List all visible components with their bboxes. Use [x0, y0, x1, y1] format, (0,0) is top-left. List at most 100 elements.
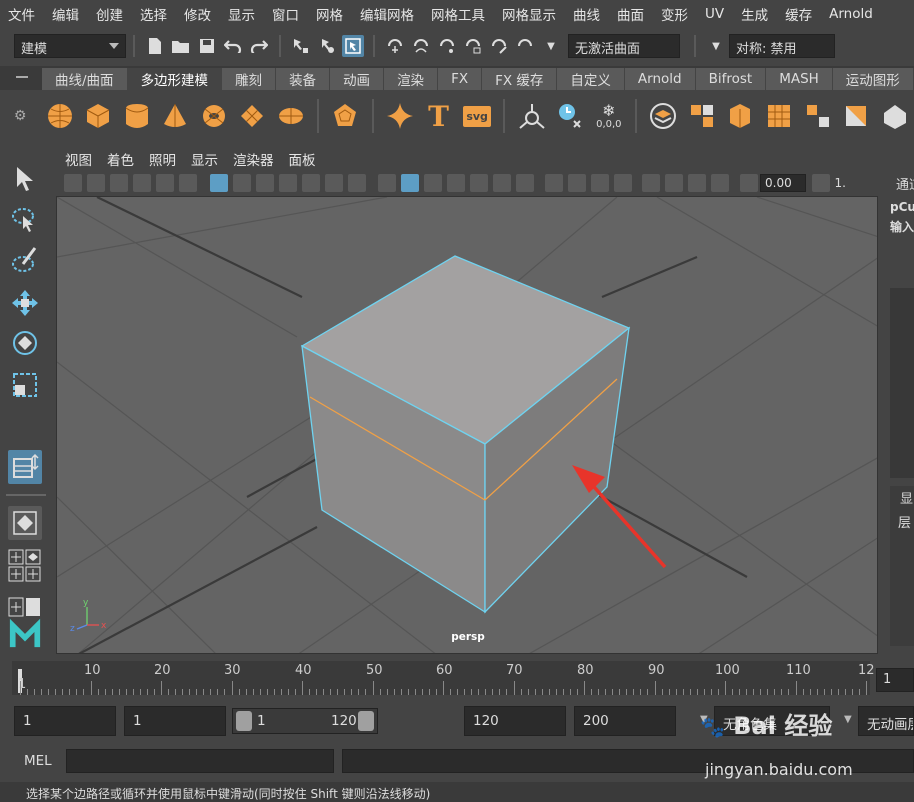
type-tool-icon[interactable]: T [422, 99, 455, 133]
menu-mesh-display[interactable]: 网格显示 [502, 4, 565, 24]
command-input[interactable] [66, 749, 334, 773]
field-chart-icon[interactable] [301, 174, 320, 192]
freeze-transform-icon[interactable]: ❄ 0,0,0 [593, 99, 626, 133]
layer-display-tab[interactable]: 显 [900, 488, 913, 507]
menu-select[interactable]: 选择 [140, 4, 176, 24]
panel-menu-renderer[interactable]: 渲染器 [233, 149, 274, 169]
shelf-tab-rendering[interactable]: 渲染 [384, 68, 439, 90]
camera-based-selection-icon[interactable] [515, 99, 548, 133]
safe-title-icon[interactable] [347, 174, 366, 192]
default-lighting-icon[interactable] [424, 174, 442, 192]
extract-icon[interactable] [724, 99, 757, 133]
new-scene-icon[interactable] [144, 35, 166, 57]
select-hierarchy-icon[interactable] [290, 35, 312, 57]
menu-set-dropdown[interactable]: 建模 [14, 34, 126, 58]
image-plane-icon[interactable] [133, 174, 151, 192]
last-tool-icon[interactable] [8, 450, 42, 484]
combine-icon[interactable] [647, 99, 680, 133]
poly-cube-icon[interactable] [82, 99, 115, 133]
playback-end-field[interactable]: 120 [464, 706, 566, 736]
menu-modify[interactable]: 修改 [184, 4, 220, 24]
super-shape-icon[interactable] [384, 99, 417, 133]
animation-end-field[interactable]: 200 [574, 706, 676, 736]
perspective-viewport[interactable]: y x z persp [56, 196, 878, 654]
menu-edit-mesh[interactable]: 编辑网格 [360, 4, 423, 24]
poly-plane-icon[interactable] [236, 99, 269, 133]
shelf-tab-arnold[interactable]: Arnold [624, 68, 696, 90]
history-delete-icon[interactable] [554, 99, 587, 133]
shelf-tab-curves[interactable]: 曲线/曲面 [42, 68, 128, 90]
shelf-tab-bifrost[interactable]: Bifrost [695, 68, 767, 90]
shelf-tab-mash[interactable]: MASH [766, 68, 833, 90]
poly-sphere-icon[interactable] [43, 99, 76, 133]
move-tool-icon[interactable] [8, 286, 42, 320]
time-slider[interactable]: 1 10 20 30 40 50 60 70 80 90 100 110 12 [12, 661, 875, 695]
menu-file[interactable]: 文件 [8, 4, 44, 24]
undo-icon[interactable] [222, 35, 244, 57]
shelf-tab-rigging[interactable]: 装备 [276, 68, 331, 90]
separate-icon[interactable] [686, 99, 719, 133]
redo-icon[interactable] [248, 35, 270, 57]
select-tool-icon[interactable] [8, 162, 42, 196]
snap-view-plane-icon[interactable] [462, 35, 484, 57]
smooth-icon[interactable] [763, 99, 796, 133]
select-object-icon[interactable] [316, 35, 338, 57]
menu-mesh-tools[interactable]: 网格工具 [431, 4, 494, 24]
anti-aliasing-icon[interactable] [590, 174, 609, 192]
motion-blur-icon[interactable] [567, 174, 586, 192]
poly-cone-icon[interactable] [159, 99, 192, 133]
exposure-field[interactable]: 0.00 [760, 174, 806, 192]
snap-grid-icon[interactable] [384, 35, 406, 57]
wireframe-on-shaded-icon[interactable] [447, 174, 465, 192]
menu-cache[interactable]: 缓存 [785, 4, 821, 24]
menu-windows[interactable]: 窗口 [272, 4, 308, 24]
range-start-handle[interactable] [236, 711, 252, 731]
menu-edit[interactable]: 编辑 [52, 4, 88, 24]
poly-cube[interactable] [300, 255, 631, 614]
shelf-tab-fx-cache[interactable]: FX 缓存 [482, 68, 558, 90]
chevron-down-icon[interactable]: ▼ [844, 714, 852, 725]
panel-menu-view[interactable]: 视图 [65, 149, 92, 169]
resolution-gate-icon[interactable] [255, 174, 274, 192]
snap-live-icon[interactable] [488, 35, 510, 57]
bevel-icon[interactable] [878, 99, 911, 133]
menu-display[interactable]: 显示 [228, 4, 264, 24]
current-frame-field[interactable]: 1 [876, 668, 914, 692]
reduce-icon[interactable] [801, 99, 834, 133]
menu-mesh[interactable]: 网格 [316, 4, 352, 24]
panel-menu-lighting[interactable]: 照明 [149, 149, 176, 169]
shelf-tab-fx[interactable]: FX [438, 68, 483, 90]
open-scene-icon[interactable] [170, 35, 192, 57]
camera-attributes-icon[interactable] [87, 174, 105, 192]
gamma-value[interactable]: 1. [835, 176, 846, 190]
menu-generate[interactable]: 生成 [741, 4, 777, 24]
live-surface-field[interactable]: 无激活曲面 [568, 34, 680, 58]
animation-start-field[interactable]: 1 [14, 706, 116, 736]
platonic-solid-icon[interactable] [329, 99, 362, 133]
depth-of-field-icon[interactable] [613, 174, 632, 192]
menu-surfaces[interactable]: 曲面 [617, 4, 653, 24]
panel-menu-panels[interactable]: 面板 [289, 149, 316, 169]
gamma-icon[interactable] [812, 174, 830, 192]
2d-pan-zoom-icon[interactable] [156, 174, 174, 192]
chevron-down-icon[interactable]: ▼ [540, 35, 562, 57]
xray-icon[interactable] [665, 174, 683, 192]
bookmark-icon[interactable] [110, 174, 128, 192]
textured-icon[interactable] [470, 174, 488, 192]
channel-inputs-label[interactable]: 输入 [890, 218, 914, 235]
shelf-tab-motion-graphics[interactable]: 运动图形 [832, 68, 914, 90]
chevron-down-icon[interactable]: ▼ [705, 35, 727, 57]
use-all-lights-icon[interactable] [493, 174, 511, 192]
isolate-select-icon[interactable] [642, 174, 660, 192]
grease-pencil-icon[interactable] [179, 174, 197, 192]
panel-menu-show[interactable]: 显示 [191, 149, 218, 169]
wireframe-icon[interactable] [378, 174, 396, 192]
command-language-toggle[interactable]: MEL [24, 753, 52, 769]
poly-torus-icon[interactable] [198, 99, 231, 133]
snap-curve-icon[interactable] [410, 35, 432, 57]
range-end-handle[interactable] [358, 711, 374, 731]
camera-select-icon[interactable] [64, 174, 82, 192]
channel-box-tab[interactable]: 通道 [896, 174, 914, 193]
menu-create[interactable]: 创建 [96, 4, 132, 24]
menu-uv[interactable]: UV [705, 6, 733, 22]
